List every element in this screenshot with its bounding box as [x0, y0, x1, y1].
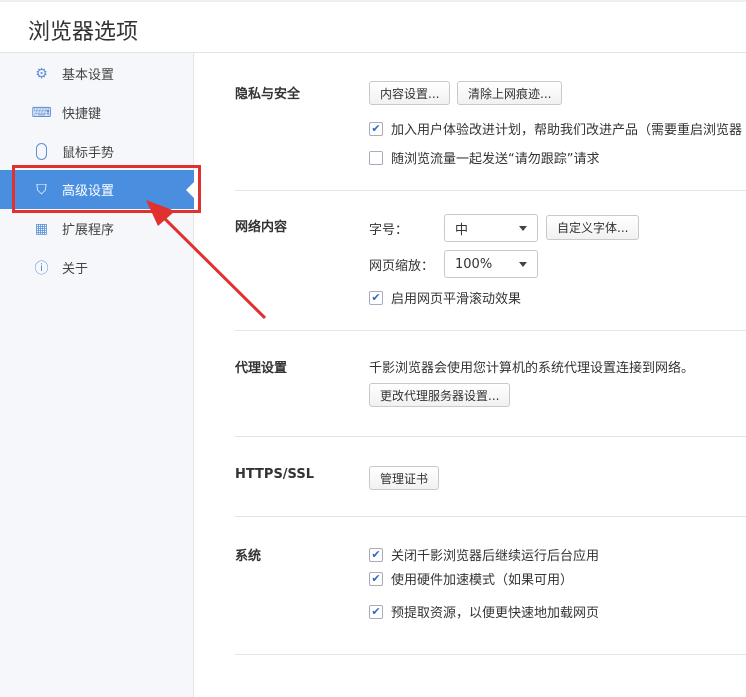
red-arrow-annotation	[146, 200, 267, 320]
